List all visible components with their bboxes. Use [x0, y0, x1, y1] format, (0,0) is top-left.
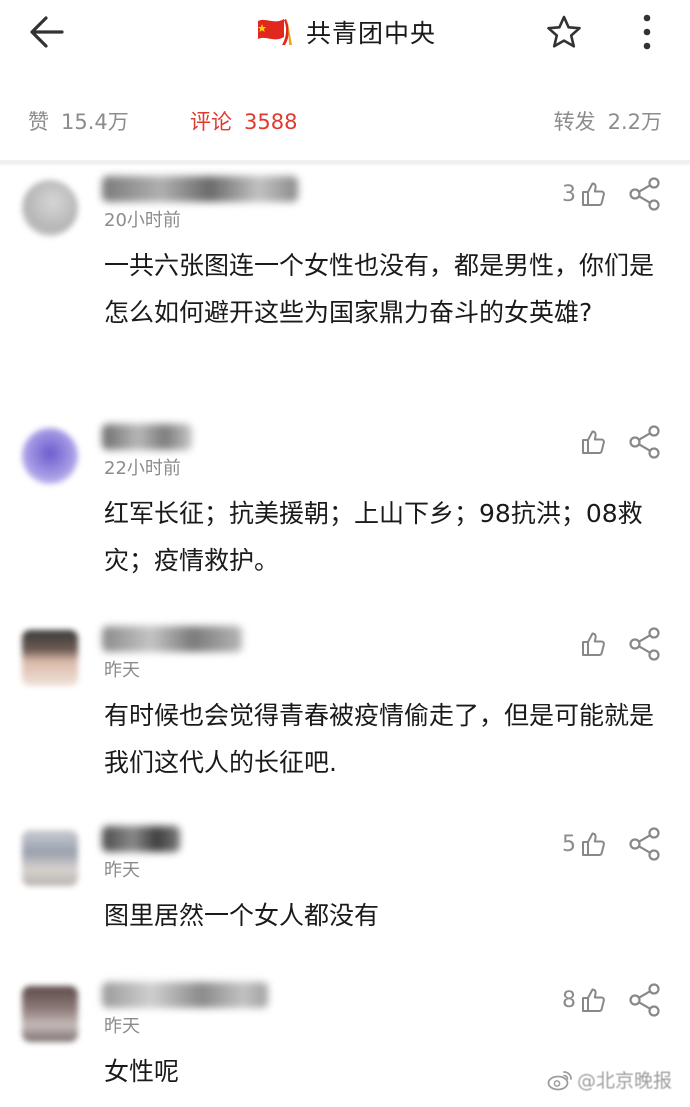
share-button[interactable] [628, 982, 662, 1018]
favorite-button[interactable] [542, 12, 586, 52]
share-button[interactable] [628, 424, 662, 460]
comment-text: 图里居然一个女人都没有 [104, 901, 380, 930]
username-redacted[interactable] [102, 176, 298, 202]
share-icon [629, 425, 660, 459]
like-button[interactable]: 8 [562, 980, 606, 1020]
like-button[interactable] [576, 624, 606, 664]
like-count: 8 [562, 987, 576, 1013]
watermark: @北京晚报 [547, 1066, 672, 1093]
likes-count: 15.4万 [61, 110, 129, 134]
comment-item: 20小时前 3 一共六张图连一个女性也没有，都是男性，你们是怎么如何避开这些为国… [0, 170, 690, 390]
stats-bar: 赞 15.4万 评论 3588 转发 2.2万 [0, 96, 690, 148]
thumbs-up-icon [582, 832, 605, 856]
username-redacted[interactable] [102, 826, 180, 852]
tab-comments[interactable]: 评论 3588 [190, 106, 297, 136]
shares-count: 2.2万 [607, 110, 662, 134]
more-options-button[interactable] [632, 10, 662, 54]
comment-text: 有时候也会觉得青春被疫情偷走了，但是可能就是我们这代人的长征吧. [104, 701, 655, 777]
weibo-icon [547, 1070, 572, 1090]
comment-time: 昨天 [104, 1016, 140, 1037]
like-button[interactable]: 3 [562, 174, 606, 214]
share-button[interactable] [628, 826, 662, 862]
avatar[interactable] [22, 986, 78, 1042]
username-redacted[interactable] [102, 424, 192, 450]
comment-time: 昨天 [104, 660, 140, 681]
thumbs-up-icon [582, 988, 605, 1012]
top-bar: 共青团中央 [0, 0, 690, 64]
share-icon [629, 627, 660, 661]
tab-shares[interactable]: 转发 2.2万 [554, 106, 662, 136]
like-count: 5 [562, 831, 576, 857]
avatar[interactable] [22, 428, 78, 484]
comments-count: 3588 [244, 110, 298, 134]
page-title: 共青团中央 [305, 19, 436, 48]
share-icon [629, 983, 660, 1017]
share-icon [629, 827, 660, 861]
title-group: 共青团中央 [0, 12, 690, 52]
comment-time: 昨天 [104, 860, 140, 881]
comments-label: 评论 [190, 110, 232, 134]
like-button[interactable]: 5 [562, 824, 606, 864]
thumbs-up-icon [582, 182, 605, 206]
like-button[interactable] [576, 422, 606, 462]
section-divider [0, 160, 690, 164]
tab-likes[interactable]: 赞 15.4万 [28, 106, 129, 136]
share-button[interactable] [628, 626, 662, 662]
likes-label: 赞 [28, 110, 49, 134]
username-redacted[interactable] [102, 626, 242, 652]
comment-text: 一共六张图连一个女性也没有，都是男性，你们是怎么如何避开这些为国家鼎力奋斗的女英… [104, 251, 655, 327]
comment-time: 22小时前 [104, 458, 181, 479]
more-vertical-icon [643, 14, 651, 50]
thumbs-up-icon [582, 632, 605, 656]
avatar[interactable] [22, 830, 78, 886]
comment-item: 22小时前 红军长征；抗美援朝；上山下乡；98抗洪；08救灾；疫情救护。 [0, 418, 690, 588]
star-icon [547, 15, 581, 48]
username-redacted[interactable] [102, 982, 268, 1008]
thumbs-up-icon [582, 430, 605, 454]
flag-logo-icon [257, 19, 292, 45]
avatar[interactable] [22, 630, 78, 686]
watermark-text: @北京晚报 [576, 1070, 672, 1092]
comment-text: 红军长征；抗美援朝；上山下乡；98抗洪；08救灾；疫情救护。 [104, 499, 643, 575]
comment-time: 20小时前 [104, 210, 181, 231]
comment-item: 昨天 有时候也会觉得青春被疫情偷走了，但是可能就是我们这代人的长征吧. [0, 620, 690, 790]
comment-item: 昨天 5 图里居然一个女人都没有 [0, 820, 690, 950]
share-button[interactable] [628, 176, 662, 212]
share-icon [629, 177, 660, 211]
avatar[interactable] [22, 180, 78, 236]
like-count: 3 [562, 181, 576, 207]
shares-label: 转发 [553, 110, 596, 134]
